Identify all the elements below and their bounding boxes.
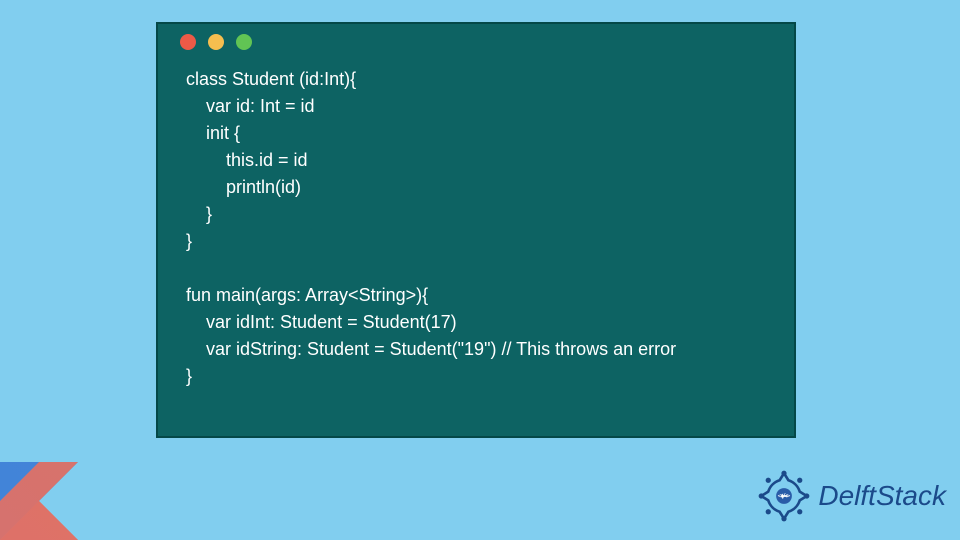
window-titlebar: [158, 24, 794, 60]
kotlin-logo-icon: [0, 462, 78, 540]
code-block: class Student (id:Int){ var id: Int = id…: [158, 60, 794, 410]
minimize-dot-icon: [208, 34, 224, 50]
code-window: class Student (id:Int){ var id: Int = id…: [156, 22, 796, 438]
brand-container: </> DelftStack: [756, 468, 946, 524]
brand-name: DelftStack: [818, 480, 946, 512]
close-dot-icon: [180, 34, 196, 50]
delftstack-badge-icon: </>: [756, 468, 812, 524]
maximize-dot-icon: [236, 34, 252, 50]
svg-text:</>: </>: [778, 492, 791, 500]
